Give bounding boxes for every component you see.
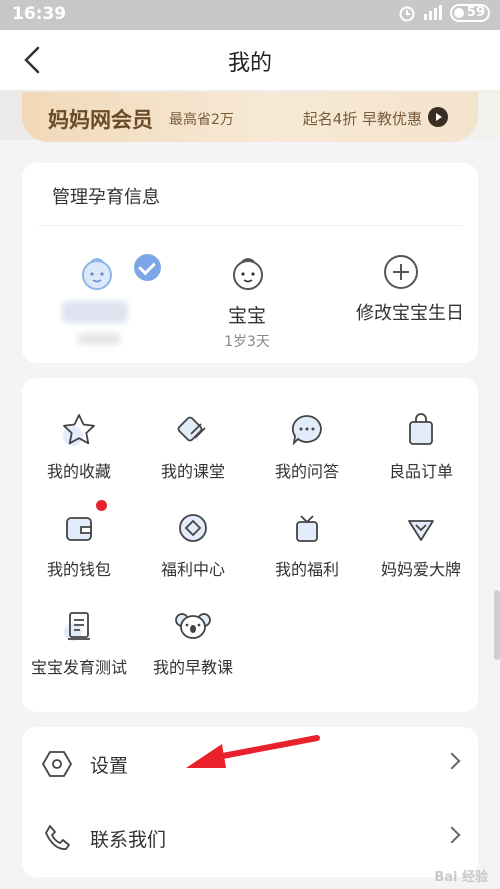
grid-label: 我的早教课 xyxy=(152,658,233,677)
test-book-icon xyxy=(64,612,90,641)
settings-label: 设置 xyxy=(90,755,129,777)
blurred-name xyxy=(62,301,128,323)
grid-label: 我的课堂 xyxy=(160,462,225,481)
baby-name[interactable]: 宝宝 xyxy=(207,301,287,328)
contact-us-row[interactable]: 联系我们 xyxy=(22,803,478,873)
grid-item-brands[interactable]: 妈妈爱大牌 xyxy=(364,508,478,580)
grid-label: 福利中心 xyxy=(160,560,225,579)
grid-label: 我的收藏 xyxy=(46,462,111,481)
grid-label: 我的福利 xyxy=(274,560,339,579)
grid-item-favorites[interactable]: 我的收藏 xyxy=(22,410,136,482)
grid-label: 宝宝发育测试 xyxy=(30,658,127,677)
modify-birthday-button[interactable]: 修改宝宝生日 xyxy=(340,299,480,325)
chevron-right-icon xyxy=(443,752,461,770)
baby-age: 1岁3天 xyxy=(224,334,270,350)
grid-item-early-education[interactable]: 我的早教课 xyxy=(136,606,250,678)
blurred-detail xyxy=(77,333,121,345)
watermark: Bai 经验 xyxy=(434,870,488,885)
grid-item-growth-test[interactable]: 宝宝发育测试 xyxy=(22,606,136,678)
grid-item-welfare-center[interactable]: 福利中心 xyxy=(136,508,250,580)
add-circle-icon[interactable] xyxy=(382,253,420,291)
chat-icon xyxy=(291,415,322,446)
divider xyxy=(38,225,462,226)
classroom-icon xyxy=(177,416,206,442)
baby-avatar-icon[interactable] xyxy=(77,253,117,293)
phone-icon xyxy=(45,825,70,850)
scrollbar[interactable] xyxy=(494,590,500,660)
star-icon xyxy=(63,414,95,446)
red-arrow-annotation xyxy=(186,735,320,768)
grid-item-qa[interactable]: 我的问答 xyxy=(250,410,364,482)
gift-icon xyxy=(296,515,318,542)
grid-label: 我的钱包 xyxy=(46,560,111,579)
grid-item-classroom[interactable]: 我的课堂 xyxy=(136,410,250,482)
vip-title: 妈妈网会员 xyxy=(48,108,153,132)
selected-check-icon xyxy=(134,254,161,281)
play-arrow-icon[interactable] xyxy=(428,107,448,127)
settings-hexagon-icon xyxy=(42,751,72,777)
vip-banner[interactable]: 妈妈网会员 最高省2万 起名4折 早教优惠 xyxy=(22,92,478,142)
diamond-coin-icon xyxy=(179,514,207,542)
baby-face-icon[interactable] xyxy=(228,253,268,293)
contact-label: 联系我们 xyxy=(90,829,167,851)
signal-icon xyxy=(424,5,442,20)
status-bar: 16:39 59 xyxy=(0,0,500,30)
page-title: 我的 xyxy=(227,51,272,76)
vip-promo: 起名4折 早教优惠 xyxy=(302,110,422,128)
brand-diamond-icon xyxy=(408,520,434,541)
nav-bar: 我的 xyxy=(0,30,500,90)
baby-info-card: 管理孕育信息 宝宝 1岁3天 修改宝宝生日 xyxy=(22,163,478,363)
status-right: 59 xyxy=(398,4,490,22)
grid-item-wallet[interactable]: 我的钱包 xyxy=(22,508,136,580)
status-time: 16:39 xyxy=(12,4,67,24)
grid-label: 妈妈爱大牌 xyxy=(380,560,461,579)
battery-level: 59 xyxy=(466,5,485,20)
alarm-icon xyxy=(399,6,415,22)
koala-icon xyxy=(175,613,211,639)
grid-item-my-welfare[interactable]: 我的福利 xyxy=(250,508,364,580)
vip-savings: 最高省2万 xyxy=(169,112,234,128)
shopping-bag-icon xyxy=(409,413,433,445)
notification-dot xyxy=(96,500,107,511)
battery-icon: 59 xyxy=(450,4,490,22)
feature-grid-card: 我的收藏 我的课堂 我的问答 良品订单 我的钱包 福利中心 我的福利 妈妈爱大牌… xyxy=(22,378,478,712)
chevron-right-icon xyxy=(443,826,461,844)
grid-label: 良品订单 xyxy=(388,462,453,481)
wallet-icon xyxy=(66,517,92,541)
grid-label: 我的问答 xyxy=(274,462,339,481)
grid-item-orders[interactable]: 良品订单 xyxy=(364,410,478,482)
baby-info-header: 管理孕育信息 xyxy=(52,187,160,208)
